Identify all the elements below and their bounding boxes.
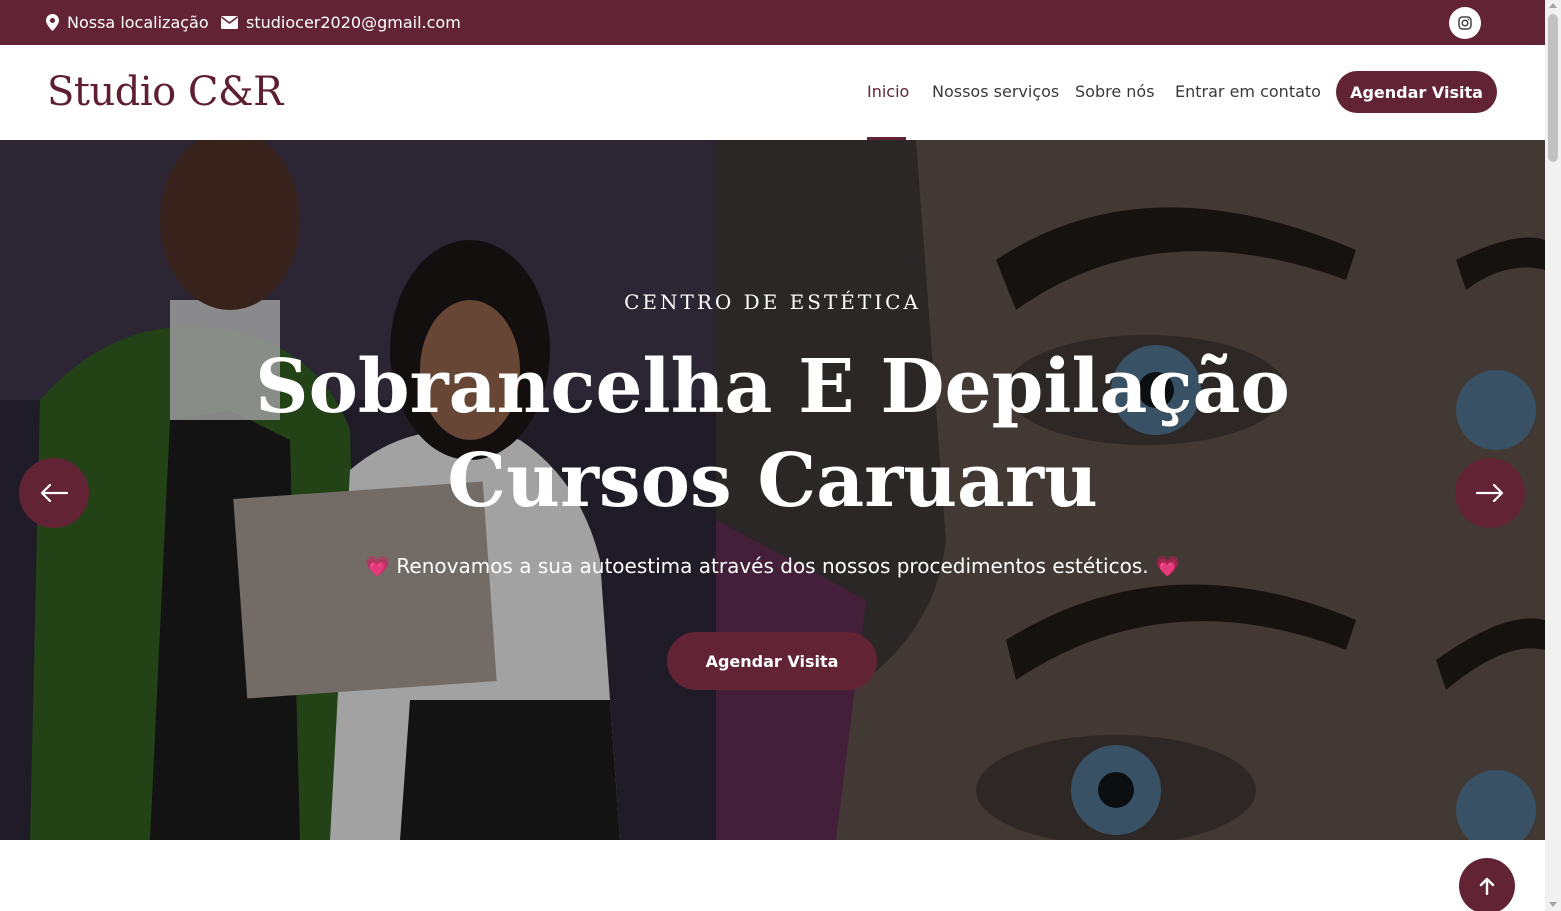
heart-icon: 💗 (1154, 554, 1180, 578)
hero-title-line-1: Sobrancelha E Depilação (255, 344, 1290, 430)
nav-servicos[interactable]: Nossos serviços (932, 81, 1059, 103)
scroll-up-icon[interactable] (1549, 3, 1557, 8)
heart-icon: 💗 (365, 554, 391, 578)
nav-inicio[interactable]: Inicio (867, 81, 909, 103)
arrow-up-icon (1479, 877, 1495, 895)
envelope-icon (221, 16, 238, 29)
arrow-right-icon (1476, 483, 1504, 503)
hero-subtitle: 💗 Renovamos a sua autoestima através dos… (0, 554, 1545, 578)
top-bar: Nossa localização studiocer2020@gmail.co… (0, 0, 1545, 45)
hero-subtitle-text: Renovamos a sua autoestima através dos n… (396, 554, 1149, 578)
hero-title: Sobrancelha E Depilação Cursos Caruaru (0, 340, 1545, 528)
hero-title-line-2: Cursos Caruaru (447, 438, 1098, 524)
hero-schedule-button[interactable]: Agendar Visita (667, 632, 877, 690)
email-link[interactable]: studiocer2020@gmail.com (221, 0, 461, 45)
email-label: studiocer2020@gmail.com (246, 13, 461, 32)
scroll-to-top-button[interactable] (1459, 858, 1515, 911)
page-scrollbar[interactable] (1545, 0, 1561, 911)
carousel-prev-button[interactable] (19, 458, 89, 528)
instagram-button[interactable] (1449, 7, 1481, 39)
nav-contato[interactable]: Entrar em contato (1175, 81, 1321, 103)
site-header: Studio C&R Inicio Nossos serviços Sobre … (0, 45, 1545, 140)
header-schedule-button[interactable]: Agendar Visita (1336, 71, 1497, 113)
scrollbar-thumb[interactable] (1548, 14, 1558, 162)
nav-sobre[interactable]: Sobre nós (1075, 81, 1155, 103)
location-link[interactable]: Nossa localização (46, 0, 209, 45)
site-logo[interactable]: Studio C&R (47, 67, 283, 117)
hero-kicker: CENTRO DE ESTÉTICA (624, 290, 921, 314)
arrow-left-icon (40, 483, 68, 503)
instagram-icon (1458, 16, 1472, 30)
map-pin-icon (46, 14, 59, 31)
location-label: Nossa localização (67, 13, 209, 32)
carousel-next-button[interactable] (1455, 458, 1525, 528)
scroll-down-icon[interactable] (1549, 902, 1557, 907)
hero-carousel: CENTRO DE ESTÉTICA Sobrancelha E Depilaç… (0, 140, 1545, 840)
